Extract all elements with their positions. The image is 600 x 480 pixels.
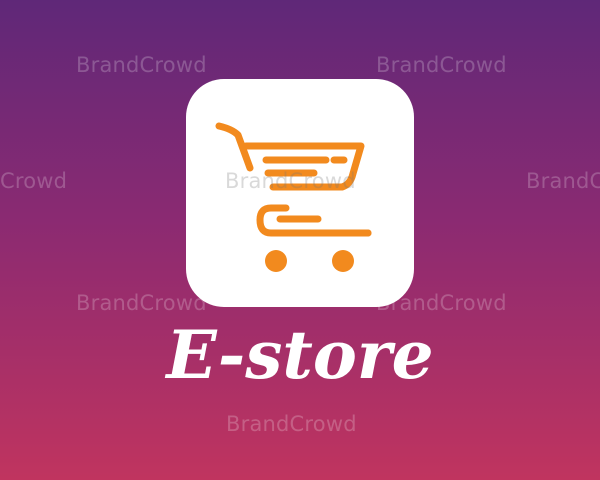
watermark-text: BrandCrowd xyxy=(76,53,207,77)
watermark-text: BrandCrowd xyxy=(226,412,357,436)
watermark-text: BrandCrowd xyxy=(376,53,507,77)
shopping-cart-icon xyxy=(215,122,372,272)
brand-name: E-store xyxy=(166,316,434,394)
watermark-text: BrandCrowd xyxy=(225,169,356,193)
watermark-text: BrandCrowd xyxy=(526,169,600,193)
app-icon-tile: BrandCrowd xyxy=(186,79,414,307)
watermark-text-partial: Crowd xyxy=(0,169,68,193)
